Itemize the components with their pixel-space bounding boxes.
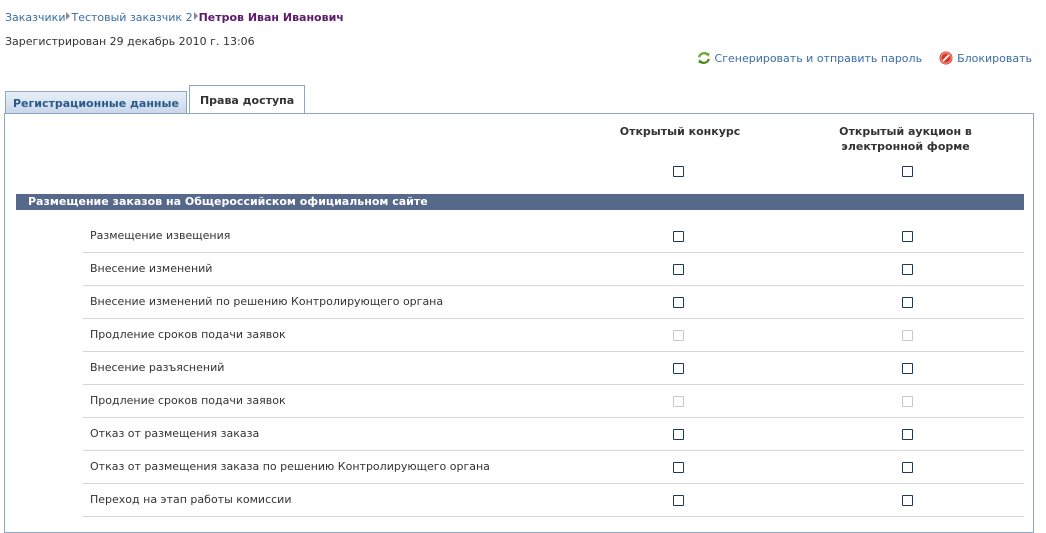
row-label: Отказ от размещения заказа <box>90 427 260 440</box>
breadcrumb-separator-icon <box>66 12 71 20</box>
breadcrumb-separator-icon <box>193 12 198 20</box>
tab-strip: Регистрационные данные Права доступа <box>5 84 306 115</box>
refresh-icon <box>697 51 711 65</box>
tab-registration-data[interactable]: Регистрационные данные <box>5 91 187 114</box>
breadcrumb: Заказчики Тестовый заказчик 2 Петров Иван … <box>5 10 344 26</box>
row-label: Отказ от размещения заказа по решению Ко… <box>90 460 490 473</box>
table-row: Отказ от размещения заказа <box>83 418 1024 451</box>
e-auction-checkbox[interactable] <box>902 429 913 440</box>
open-contest-checkbox[interactable] <box>673 495 684 506</box>
row-label: Переход на этап работы комиссии <box>90 493 292 506</box>
e-auction-checkbox[interactable] <box>902 495 913 506</box>
e-auction-checkbox[interactable] <box>902 462 913 473</box>
generate-password-label: Сгенерировать и отправить пароль <box>714 51 923 65</box>
table-row: Внесение изменений <box>83 253 1024 286</box>
block-icon <box>939 51 953 65</box>
select-all-open-contest-checkbox[interactable] <box>673 166 684 177</box>
table-row: Внесение изменений по решению Контролиру… <box>83 286 1024 319</box>
block-label: Блокировать <box>957 51 1032 65</box>
table-row: Внесение разъяснений <box>83 352 1024 385</box>
table-row: Размещение извещения <box>83 220 1024 253</box>
registration-date: Зарегистрирован 29 декабрь 2010 г. 13:06 <box>5 35 255 48</box>
open-contest-checkbox-disabled <box>673 396 684 407</box>
block-button[interactable]: Блокировать <box>939 51 1032 65</box>
row-label: Продление сроков подачи заявок <box>90 328 286 341</box>
open-contest-checkbox[interactable] <box>673 297 684 308</box>
table-row: Продление сроков подачи заявок <box>83 319 1024 352</box>
e-auction-checkbox[interactable] <box>902 363 913 374</box>
row-label: Внесение разъяснений <box>90 361 225 374</box>
tab-access-rights[interactable]: Права доступа <box>188 85 306 115</box>
column-header-open-e-auction: Открытый аукцион в электронной форме <box>839 125 972 153</box>
generate-password-button[interactable]: Сгенерировать и отправить пароль <box>697 51 923 65</box>
column-header-open-contest: Открытый конкурс <box>619 125 741 138</box>
action-bar: Сгенерировать и отправить пароль Блокиро… <box>697 50 1032 66</box>
row-label: Внесение изменений по решению Контролиру… <box>90 295 444 308</box>
open-contest-checkbox[interactable] <box>673 429 684 440</box>
open-contest-checkbox[interactable] <box>673 231 684 242</box>
table-row: Отказ от размещения заказа по решению Ко… <box>83 451 1024 484</box>
table-row: Переход на этап работы комиссии <box>83 484 1024 517</box>
e-auction-checkbox-disabled <box>902 330 913 341</box>
row-label: Продление сроков подачи заявок <box>90 394 286 407</box>
access-rights-panel: Открытый конкурс Открытый аукцион в элек… <box>4 113 1034 533</box>
section-header: Размещение заказов на Общероссийском офи… <box>16 194 1024 210</box>
e-auction-checkbox[interactable] <box>902 264 913 275</box>
table-row: Продление сроков подачи заявок <box>83 385 1024 418</box>
e-auction-checkbox[interactable] <box>902 231 913 242</box>
open-contest-checkbox-disabled <box>673 330 684 341</box>
row-label: Размещение извещения <box>90 229 231 242</box>
row-label: Внесение изменений <box>90 262 213 275</box>
select-all-e-auction-checkbox[interactable] <box>902 166 913 177</box>
e-auction-checkbox-disabled <box>902 396 913 407</box>
breadcrumb-current: Петров Иван Иванович <box>198 11 344 24</box>
open-contest-checkbox[interactable] <box>673 363 684 374</box>
open-contest-checkbox[interactable] <box>673 264 684 275</box>
breadcrumb-link-customers[interactable]: Заказчики <box>5 11 65 24</box>
e-auction-checkbox[interactable] <box>902 297 913 308</box>
open-contest-checkbox[interactable] <box>673 462 684 473</box>
breadcrumb-link-test-customer[interactable]: Тестовый заказчик 2 <box>71 11 192 24</box>
